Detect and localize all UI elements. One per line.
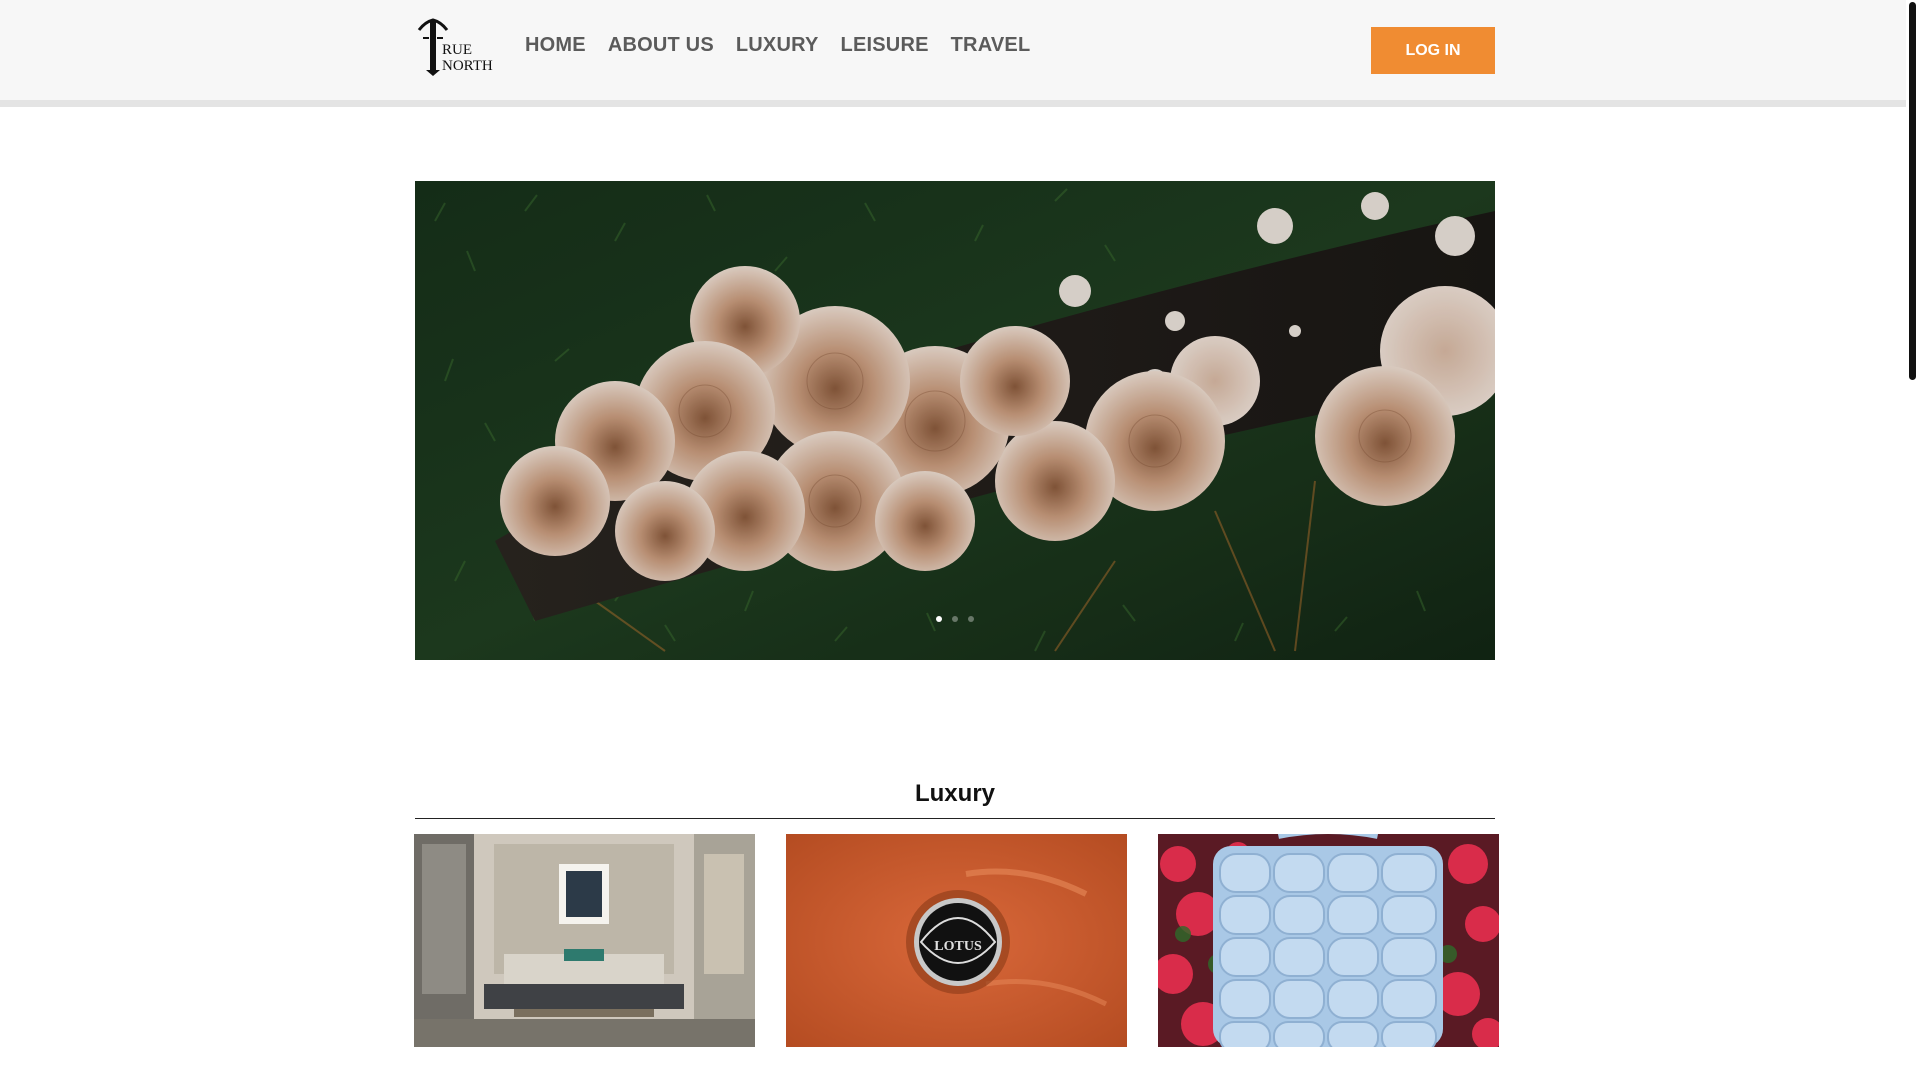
slider-dots bbox=[415, 616, 1495, 622]
quilted-bag-image bbox=[1158, 834, 1499, 1047]
slider-dot-3[interactable] bbox=[968, 616, 974, 622]
luxury-card-lotus[interactable]: LOTUS bbox=[786, 834, 1127, 1047]
nav-leisure[interactable]: LEISURE bbox=[841, 34, 929, 57]
nav-luxury[interactable]: LUXURY bbox=[736, 34, 819, 57]
bedroom-image bbox=[414, 834, 755, 1047]
hero-slider[interactable] bbox=[415, 181, 1495, 660]
page-scrollbar[interactable] bbox=[1906, 0, 1920, 1080]
hero-image-mushrooms bbox=[415, 181, 1495, 660]
nav-travel[interactable]: TRAVEL bbox=[951, 34, 1031, 57]
nav-about-us[interactable]: ABOUT US bbox=[608, 34, 714, 57]
slider-dot-1[interactable] bbox=[936, 616, 942, 622]
scrollbar-thumb[interactable] bbox=[1909, 2, 1916, 380]
main-nav: HOME ABOUT US LUXURY LEISURE TRAVEL bbox=[525, 34, 1030, 57]
lotus-badge-text: LOTUS bbox=[934, 939, 982, 954]
svg-text:RUE: RUE bbox=[442, 42, 472, 58]
site-header: RUE NORTH HOME ABOUT US LUXURY LEISURE T… bbox=[0, 0, 1906, 107]
page: RUE NORTH HOME ABOUT US LUXURY LEISURE T… bbox=[0, 0, 1906, 1080]
lotus-badge-image: LOTUS bbox=[786, 834, 1127, 1047]
luxury-card-bag[interactable] bbox=[1158, 834, 1499, 1047]
svg-text:NORTH: NORTH bbox=[442, 58, 493, 74]
true-north-logo[interactable]: RUE NORTH bbox=[415, 18, 497, 76]
nav-home[interactable]: HOME bbox=[525, 34, 586, 57]
login-button[interactable]: LOG IN bbox=[1371, 27, 1495, 74]
section-title-luxury: Luxury bbox=[914, 780, 995, 807]
slider-dot-2[interactable] bbox=[952, 616, 958, 622]
luxury-card-bedroom[interactable] bbox=[414, 834, 755, 1047]
section-divider bbox=[415, 818, 1495, 819]
